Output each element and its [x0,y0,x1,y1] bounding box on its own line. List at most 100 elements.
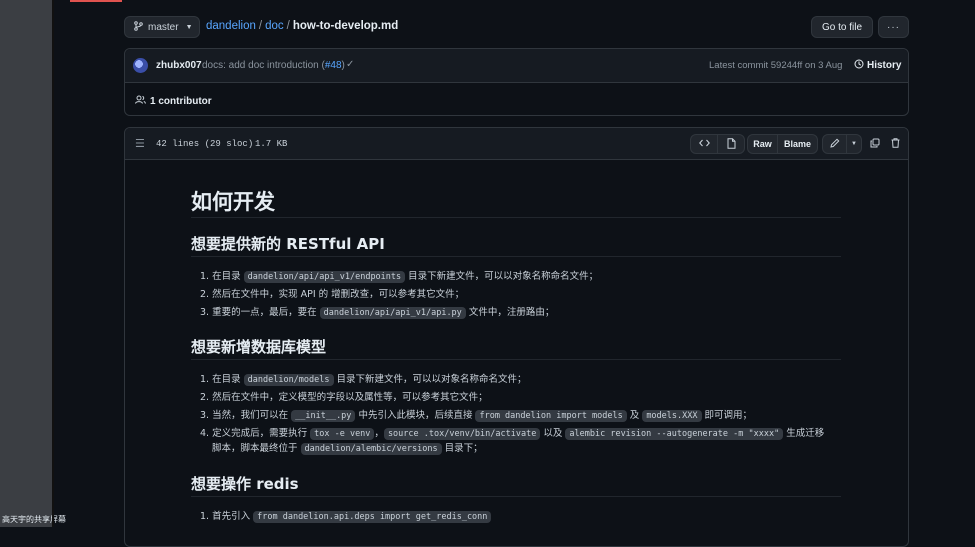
list-item: 1. 首先引入 from dandelion.api.deps import g… [200,508,492,523]
inline-code: __init__.py [291,410,356,422]
commit-message-text[interactable]: docs: add doc introduction ( [202,60,325,71]
trash-icon [891,138,900,150]
file-line-count: 42 lines (29 sloc) [156,139,254,149]
inline-code: source .tox/venv/bin/activate [383,428,541,440]
file-size: 1.7 KB [255,139,288,149]
clock-icon [854,59,864,72]
section-heading: 想要新增数据库模型 [191,338,327,356]
commit-author-link[interactable]: zhubx007 [156,60,202,71]
chevron-down-icon: ▼ [851,141,857,147]
breadcrumb-separator: / [286,20,290,32]
list-item: 脚本，脚本最终位于 dandelion/alembic/versions 目录下… [212,440,483,455]
edit-button[interactable] [822,134,847,154]
inline-code: models.XXX [642,410,702,422]
inline-code: dandelion/models [243,374,334,386]
panel-divider [52,0,54,527]
file-icon [727,137,736,151]
list-item: 2. 然后在文件中，实现 API 的 增删改查，可以参考其它文件； [200,286,464,300]
branch-selector[interactable]: master ▼ [124,16,200,38]
inline-code: from dandelion.api.deps import get_redis… [253,511,492,523]
chevron-down-icon: ▼ [185,23,193,31]
list-text: 定义完成后，需要执行 [212,428,311,439]
file-header: ☰ 42 lines (29 sloc) 1.7 KB Raw Blame ▼ [125,128,908,160]
list-item: 2. 然后在文件中，定义模型的字段以及属性等，可以参考其它文件； [200,389,488,403]
branch-icon [134,20,143,34]
breadcrumb-folder-link[interactable]: doc [265,20,284,32]
history-button[interactable]: History [854,59,901,72]
list-text: 然后在文件中，定义模型的字段以及属性等，可以参考其它文件； [212,392,488,403]
list-number: 3. [200,307,213,318]
edit-options-dropdown[interactable]: ▼ [846,134,862,154]
copy-icon [870,138,880,150]
list-text: 在目录 [212,271,244,282]
list-text: ， [374,428,384,439]
contributors-link[interactable]: 1 contributor [135,95,212,107]
latest-commit-info[interactable]: Latest commit 59244ff on 3 Aug [709,60,842,71]
breadcrumb-repo-link[interactable]: dandelion [206,20,256,32]
list-text: 及 [626,410,643,421]
page-title: 如何开发 [191,190,275,214]
inline-code: dandelion/api/api_v1/api.py [319,307,466,319]
heading-divider [191,496,841,497]
list-number: 1. [200,374,213,385]
inline-code: tox -e venv [310,428,375,440]
heading-divider [191,256,841,257]
delete-button[interactable] [887,134,903,154]
list-text: 生成迁移 [783,428,825,439]
branch-name: master [148,21,179,33]
list-item: 3. 当然，我们可以在 __init__.py 中先引入此模块，后续直接 fro… [200,407,753,422]
list-text: 然后在文件中，实现 API 的 增删改查，可以参考其它文件； [212,289,465,300]
list-item: 1. 在目录 dandelion/models 目录下新建文件，可以以对象名称命… [200,371,527,386]
file-viewer: ☰ 42 lines (29 sloc) 1.7 KB Raw Blame ▼ [124,127,909,547]
blame-button[interactable]: Blame [777,134,818,154]
list-number: 2. [200,289,213,300]
list-number: 2. [200,392,213,403]
list-number: 1. [200,511,213,522]
list-text: 文件中，注册路由； [465,307,555,318]
pencil-icon [829,138,840,150]
list-text: 目录下新建文件，可以以对象名称命名文件； [405,271,599,282]
code-icon [698,139,710,149]
latest-commit-box: zhubx007 docs: add doc introduction (#48… [124,48,909,116]
check-icon: ✓ [346,59,355,70]
list-number: 3. [200,410,213,421]
code-view-button[interactable] [690,134,718,154]
copy-button[interactable] [867,134,883,154]
inline-code: dandelion/api/api_v1/endpoints [243,271,406,283]
breadcrumb-current-file: how-to-develop.md [292,20,399,32]
list-number: 1. [200,271,213,282]
breadcrumb-separator: / [258,20,263,32]
breadcrumb: dandelion / doc / how-to-develop.md [206,20,398,32]
contributors-count: 1 contributor [150,95,212,107]
rendered-view-button[interactable] [717,134,745,154]
list-text: 以及 [540,428,566,439]
go-to-file-button[interactable]: Go to file [811,16,873,38]
commit-message-end: ) [341,60,345,71]
list-text: 中先引入此模块，后续直接 [355,410,476,421]
list-text: 脚本，脚本最终位于 [212,443,301,454]
top-accent-strip [70,0,122,2]
list-item: 3. 重要的一点，最后，要在 dandelion/api/api_v1/api.… [200,304,555,319]
commit-row: zhubx007 docs: add doc introduction (#48… [125,49,908,83]
list-item: 4. 定义完成后，需要执行 tox -e venv， source .tox/ve… [200,425,825,440]
pull-request-link[interactable]: #48 [325,60,342,71]
list-text: 重要的一点，最后，要在 [212,307,320,318]
inline-code: dandelion/alembic/versions [300,443,442,455]
avatar[interactable] [133,58,148,73]
heading-divider [191,359,841,360]
list-text: 即可调用； [701,410,753,421]
inline-code: alembic revision --autogenerate -m "xxxx… [565,428,784,440]
list-text: 首先引入 [212,511,254,522]
raw-button[interactable]: Raw [747,134,778,154]
section-heading: 想要操作 redis [191,475,299,493]
list-text: 在目录 [212,374,244,385]
list-item: 1. 在目录 dandelion/api/api_v1/endpoints 目录… [200,268,599,283]
commit-message[interactable]: docs: add doc introduction (#48) [202,60,345,71]
people-icon [135,95,146,107]
heading-divider [191,217,841,218]
more-options-button[interactable]: ··· [878,16,909,38]
inline-code: from dandelion import models [475,410,627,422]
table-of-contents-icon[interactable]: ☰ [135,137,145,150]
screen-share-side-panel [0,0,52,527]
history-label: History [867,60,902,71]
